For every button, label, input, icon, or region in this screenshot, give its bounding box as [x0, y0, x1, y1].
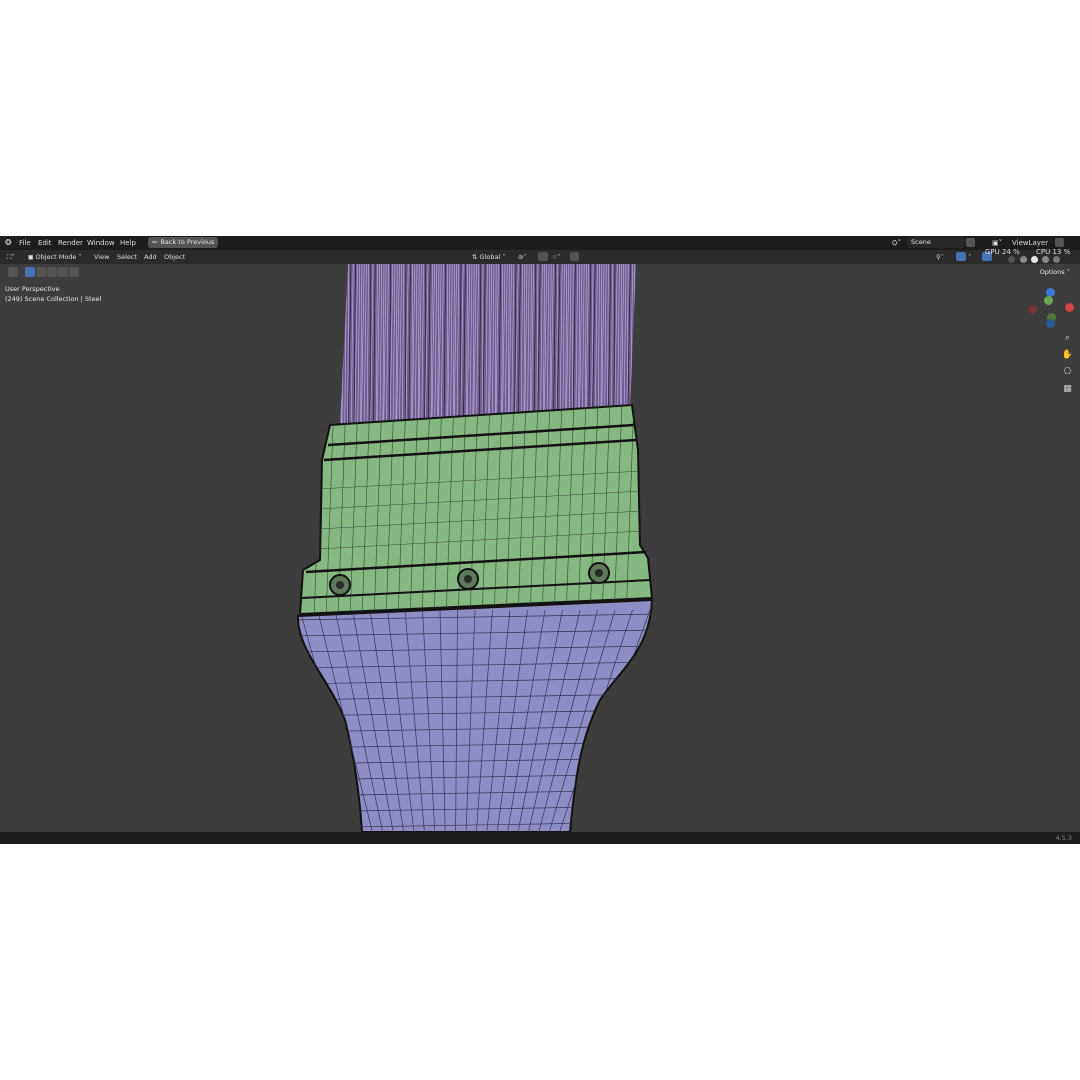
menu-edit[interactable]: Edit	[38, 239, 52, 247]
shading-solid-icon[interactable]	[1031, 256, 1038, 263]
gpu-value: 24 %	[1002, 248, 1020, 256]
viewport-canvas[interactable]	[0, 264, 1080, 832]
pivot-icon[interactable]: ⊘˅	[518, 253, 527, 261]
version-label: 4.5.3	[1055, 834, 1072, 842]
menu-render[interactable]: Render	[58, 239, 83, 247]
menu-select[interactable]: Select	[117, 253, 137, 261]
menu-add[interactable]: Add	[144, 253, 157, 261]
cpu-value: 13 %	[1052, 248, 1071, 256]
object-mode-label: Object Mode	[35, 253, 77, 261]
object-mode-dropdown[interactable]: ◼ Object Mode ˅	[28, 253, 82, 261]
transform-orientation-dropdown[interactable]: ⇅ Global ˅	[472, 253, 506, 261]
scene-name: Scene	[911, 238, 931, 246]
ferrule-mesh[interactable]	[298, 400, 660, 620]
gizmo-x-axis-icon[interactable]	[1065, 303, 1074, 312]
snap-toggle-icon[interactable]	[538, 252, 548, 261]
bristle-strand	[637, 264, 639, 430]
orientation-label: Global	[479, 253, 501, 261]
editor-type-icon[interactable]: ⛶˅	[7, 253, 15, 262]
snap-target-icon[interactable]: ⁙˅	[552, 253, 561, 261]
gpu-stat: GPU 24 %	[985, 248, 1020, 256]
bristle-strand	[340, 264, 341, 424]
zoom-icon[interactable]: ⌕	[1061, 332, 1074, 345]
gizmo-dropdown-icon[interactable]: ˅	[968, 253, 971, 261]
xray-icon[interactable]	[1008, 256, 1015, 263]
ortho-grid-icon[interactable]: ▦	[1061, 383, 1074, 396]
scene-icon[interactable]: ⛭˅	[892, 239, 901, 248]
bristles-mesh[interactable]	[338, 264, 639, 430]
rivet-right-center	[595, 569, 603, 577]
gizmo-neg-z-axis-icon[interactable]	[1046, 319, 1055, 328]
gizmo-toggle-icon[interactable]	[956, 252, 966, 261]
viewport-header: ⛶˅ ◼ Object Mode ˅ View Select Add Objec…	[0, 248, 1080, 264]
gizmo-y-axis-icon[interactable]	[1044, 296, 1053, 305]
view-layer-icon[interactable]: ▣˅	[992, 239, 1002, 247]
menu-view[interactable]: View	[94, 253, 109, 261]
shading-material-icon[interactable]	[1042, 256, 1049, 263]
blender-window: ❂ File Edit Render Window Help ⇐ Back to …	[0, 236, 1080, 844]
status-bar: 4.5.3	[0, 832, 1080, 844]
view-layer-name[interactable]: ViewLayer	[1012, 239, 1048, 247]
gpu-label: GPU	[985, 248, 1000, 256]
orientation-icon: ⇅	[472, 253, 480, 261]
shading-wireframe-icon[interactable]	[1020, 256, 1027, 263]
menu-window[interactable]: Window	[87, 239, 115, 247]
rivet-left-center	[336, 581, 344, 589]
back-arrow-icon: ⇐	[152, 238, 158, 246]
rivet-middle-center	[464, 575, 472, 583]
shading-rendered-icon[interactable]	[1053, 256, 1060, 263]
new-scene-icon[interactable]	[966, 238, 975, 247]
top-menu-bar: ❂ File Edit Render Window Help ⇐ Back to …	[0, 236, 1080, 250]
handle-mesh[interactable]	[290, 598, 660, 832]
cpu-label: CPU	[1036, 248, 1051, 256]
pan-hand-icon[interactable]: ✋	[1061, 349, 1074, 362]
new-view-layer-icon[interactable]	[1055, 238, 1064, 247]
scene-field[interactable]: Scene	[907, 237, 965, 248]
blender-logo-icon[interactable]: ❂	[5, 238, 12, 247]
gizmo-neg-x-axis-icon[interactable]	[1028, 305, 1037, 314]
camera-view-icon[interactable]: ⎔	[1061, 366, 1074, 379]
proportional-edit-icon[interactable]	[570, 252, 579, 261]
back-to-previous-button[interactable]: ⇐ Back to Previous	[148, 237, 219, 248]
menu-help[interactable]: Help	[120, 239, 136, 247]
back-to-previous-label: Back to Previous	[160, 238, 215, 246]
menu-object[interactable]: Object	[164, 253, 185, 261]
visibility-icon[interactable]: ⚲˅	[936, 253, 944, 261]
menu-file[interactable]: File	[19, 239, 31, 247]
cpu-stat: CPU 13 %	[1036, 248, 1070, 256]
